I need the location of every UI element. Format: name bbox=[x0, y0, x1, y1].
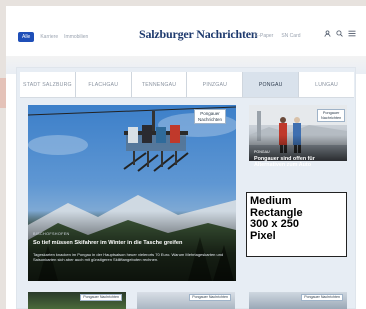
ad-text: Pixel bbox=[250, 229, 276, 242]
side-story-section-tag: Pongauer Nachrichten bbox=[317, 109, 346, 123]
tab-tennengau[interactable]: TENNENGAU bbox=[131, 72, 188, 97]
thumb-tag: Pongauer Nachrichten bbox=[189, 294, 231, 301]
main-story-teaser: Tageskarten knacken im Pongau in der Hau… bbox=[33, 252, 224, 262]
sncard-link[interactable]: SN Card bbox=[281, 33, 300, 39]
epaper-link[interactable]: E-Paper bbox=[255, 33, 273, 39]
user-icon[interactable] bbox=[324, 30, 331, 37]
medium-rectangle-ad[interactable]: Medium Rectangle 300 x 250 Pixel bbox=[246, 192, 347, 257]
tag-line: Pongauer bbox=[322, 111, 340, 115]
ad-text: Medium bbox=[250, 195, 292, 207]
nav-item-alle[interactable]: Alle bbox=[18, 32, 35, 42]
nav-item-karriere[interactable]: Karriere bbox=[40, 34, 58, 40]
tab-stadt-salzburg[interactable]: STADT SALZBURG bbox=[20, 72, 76, 97]
image-gradient-overlay bbox=[28, 211, 236, 281]
region-tabs: STADT SALZBURG FLACHGAU TENNENGAU PINZGA… bbox=[20, 72, 354, 98]
menu-icon[interactable] bbox=[348, 30, 356, 37]
tag-line: Nachrichten bbox=[321, 115, 342, 120]
ad-text: 300 x 250 bbox=[250, 218, 299, 230]
search-icon[interactable] bbox=[336, 30, 343, 37]
tab-flachgau[interactable]: FLACHGAU bbox=[75, 72, 132, 97]
tag-line: Nachrichten bbox=[198, 116, 223, 122]
side-story-title[interactable]: Pongauer sind offen für Alternativen zum… bbox=[254, 156, 346, 169]
tab-lungau[interactable]: LUNGAU bbox=[299, 72, 354, 97]
site-logo[interactable]: Salzburger Nachrichten bbox=[139, 27, 258, 42]
main-story-section-tag: Pongauer Nachrichten bbox=[194, 109, 227, 124]
main-story-title[interactable]: So tief müssen Skifahrer im Winter in di… bbox=[33, 240, 233, 246]
thumb-story-2[interactable]: Pongauer Nachrichten bbox=[137, 292, 235, 309]
thumb-tag: Pongauer Nachrichten bbox=[301, 294, 343, 301]
thumb-tag: Pongauer Nachrichten bbox=[80, 294, 122, 301]
side-accent bbox=[0, 78, 6, 108]
thumb-story-1[interactable]: Pongauer Nachrichten bbox=[28, 292, 126, 309]
tab-pinzgau[interactable]: PINZGAU bbox=[187, 72, 244, 97]
top-nav: Alle Karriere Immobilien bbox=[18, 32, 88, 42]
tag-line: Pongauer bbox=[200, 111, 220, 116]
header-icons bbox=[324, 30, 356, 37]
header-links: E-Paper SN Card bbox=[255, 33, 301, 39]
tab-pongau[interactable]: PONGAU bbox=[243, 72, 300, 97]
main-story-kicker: BISCHOFSHOFEN bbox=[33, 232, 70, 236]
thumb-story-3[interactable]: Pongauer Nachrichten bbox=[249, 292, 347, 309]
nav-item-immobilien[interactable]: Immobilien bbox=[64, 34, 88, 40]
site-header: Alle Karriere Immobilien Salzburger Nach… bbox=[6, 6, 358, 56]
side-story-kicker: PONGAU bbox=[254, 150, 270, 154]
